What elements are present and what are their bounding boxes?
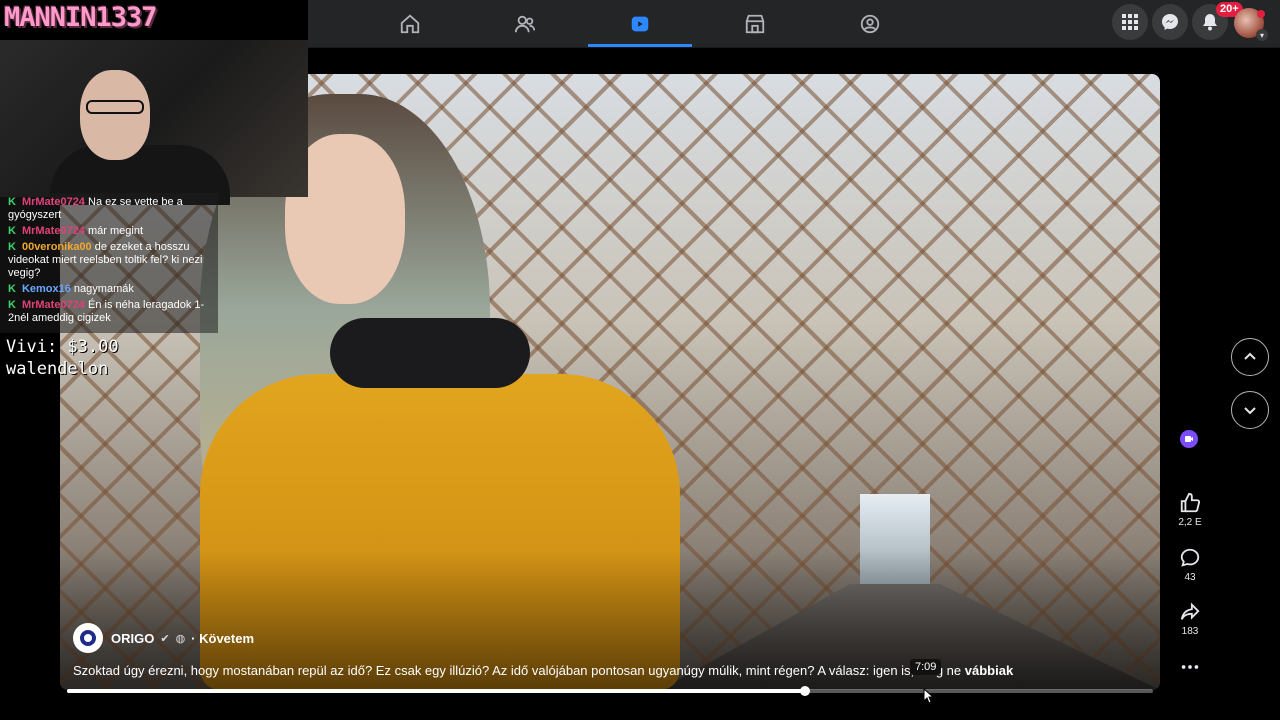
groups-icon xyxy=(860,14,880,33)
grid-menu-icon xyxy=(1122,14,1138,30)
progress-fill xyxy=(67,689,806,693)
chat-message: K 00veronika00 de ezeket a hosszu videoka… xyxy=(8,241,212,280)
video-icon xyxy=(631,16,649,31)
caption-text: Szoktad úgy érezni, hogy mostanában repü… xyxy=(73,663,962,678)
donation-name: walendelon xyxy=(6,359,109,379)
page-logo[interactable] xyxy=(73,623,103,653)
webcam-person-glasses xyxy=(86,100,144,114)
chat-badge-icon: K xyxy=(8,241,16,253)
comment-icon xyxy=(1180,548,1200,567)
comment-button[interactable]: 43 xyxy=(1172,547,1208,583)
thumbs-up-icon xyxy=(1180,492,1201,513)
chat-message: K MrMate0724 már megint xyxy=(8,225,212,238)
verified-icon: ✔ xyxy=(160,632,170,645)
chat-message: K MrMate0724 Na ez se vette be a gyógysze… xyxy=(8,196,212,222)
share-icon xyxy=(1180,602,1200,620)
reel-page-info: ORIGO ✔ ◍ · Követem xyxy=(73,623,254,653)
chat-username: 00veronika00 xyxy=(21,241,92,253)
marketplace-icon xyxy=(745,14,765,33)
share-button[interactable]: 183 xyxy=(1172,601,1208,637)
reel-caption: Szoktad úgy érezni, hogy mostanában repü… xyxy=(73,663,1013,678)
chat-badge-icon: K xyxy=(8,225,16,237)
create-reel-icon[interactable] xyxy=(1180,430,1198,448)
webcam-person-face xyxy=(80,70,150,160)
nav-tab-video[interactable] xyxy=(588,0,692,47)
chat-badge-icon: K xyxy=(8,283,16,295)
cursor-icon xyxy=(923,688,935,704)
chat-message: K MrMate0724 Én is néha leragadok 1-2nél … xyxy=(8,299,212,325)
follow-button[interactable]: · Követem xyxy=(191,631,254,646)
chat-username: MrMate0724 xyxy=(21,196,85,208)
messenger-button[interactable] xyxy=(1152,4,1188,40)
status-dot xyxy=(1257,10,1265,18)
messenger-icon xyxy=(1162,14,1178,30)
chat-text: nagymamák xyxy=(70,283,134,295)
headphones xyxy=(330,318,530,388)
streamer-webcam xyxy=(0,40,308,205)
home-icon xyxy=(400,14,420,33)
share-count: 183 xyxy=(1181,626,1199,637)
chat-username: Kemox16 xyxy=(21,283,71,295)
see-more-link[interactable]: vábbiak xyxy=(965,663,1013,678)
page-name[interactable]: ORIGO xyxy=(111,631,154,646)
nav-tab-home[interactable] xyxy=(358,0,462,47)
stream-chat: K MrMate0724 Na ez se vette be a gyógysze… xyxy=(0,193,218,333)
chat-username: MrMate0724 xyxy=(21,299,85,311)
like-count: 2,2 E xyxy=(1178,517,1202,528)
menu-button[interactable] xyxy=(1112,4,1148,40)
friends-icon xyxy=(514,15,536,32)
bell-icon xyxy=(1203,14,1217,31)
next-reel-button[interactable] xyxy=(1231,391,1269,429)
globe-icon: ◍ xyxy=(175,632,186,645)
streamer-name: MANNIN1337 xyxy=(4,2,158,33)
chat-text: már megint xyxy=(84,225,144,237)
chat-message: K Kemox16 nagymamák xyxy=(8,283,212,296)
progress-bar[interactable] xyxy=(67,686,1153,696)
like-button[interactable]: 2,2 E xyxy=(1172,492,1208,528)
hover-time-tooltip: 7:09 xyxy=(910,659,942,675)
chevron-down-icon[interactable]: ▾ xyxy=(1256,29,1268,41)
chat-badge-icon: K xyxy=(8,196,16,208)
previous-reel-button[interactable] xyxy=(1231,338,1269,376)
more-options-button[interactable] xyxy=(1172,656,1208,678)
more-dots-icon xyxy=(1181,665,1199,669)
nav-tab-marketplace[interactable] xyxy=(703,0,807,47)
chevron-up-icon xyxy=(1244,352,1256,360)
chevron-down-icon xyxy=(1244,407,1256,415)
donation-alert: Vivi: $3.00 walendelon xyxy=(6,336,119,380)
progress-handle[interactable] xyxy=(800,686,811,696)
chat-username: MrMate0724 xyxy=(21,225,85,237)
donation-amount: Vivi: $3.00 xyxy=(6,337,119,357)
nav-tab-groups[interactable] xyxy=(818,0,922,47)
chat-badge-icon: K xyxy=(8,299,16,311)
nav-tab-friends[interactable] xyxy=(473,0,577,47)
comment-count: 43 xyxy=(1184,572,1196,583)
